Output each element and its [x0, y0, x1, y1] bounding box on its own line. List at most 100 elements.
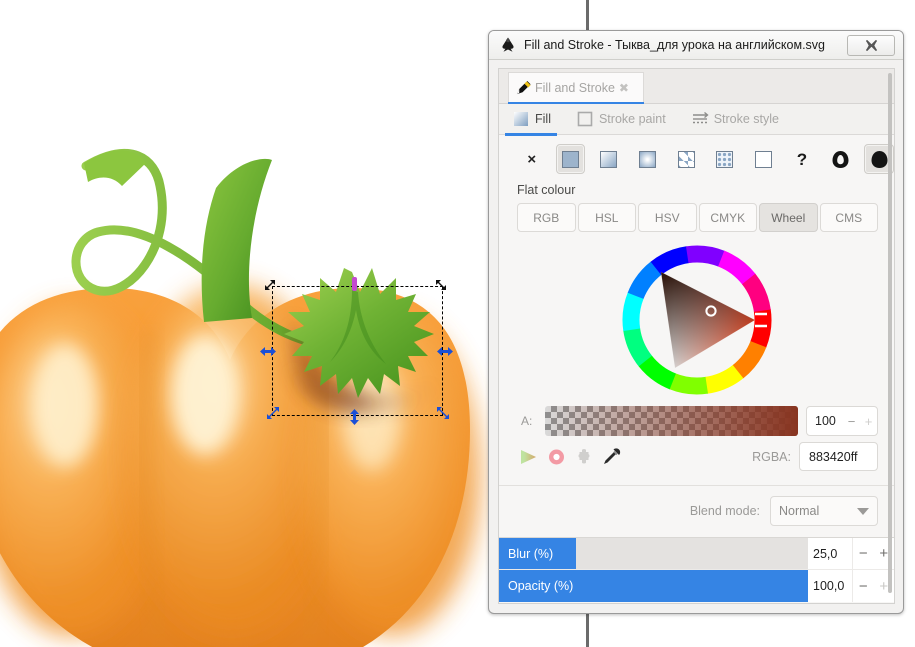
stroke-style-icon	[692, 111, 709, 127]
fill-mode-label: Flat colour	[517, 183, 576, 197]
dock-tab-strip: Fill and Stroke ✖	[499, 69, 894, 105]
handle-middle-right[interactable]	[436, 345, 453, 357]
blur-opacity-block: Blur (%) 25,0 − + Opacity (%) 100,0 − +	[499, 537, 894, 602]
dialog-content: Fill and Stroke ✖ Fill Stroke paint Stro…	[498, 68, 895, 604]
handle-middle-left[interactable]	[259, 345, 276, 357]
handle-bottom-right[interactable]	[435, 405, 449, 419]
rgba-input[interactable]: 883420ff	[799, 442, 878, 471]
alpha-label: A:	[521, 414, 533, 428]
flat-colour-icon	[561, 150, 579, 168]
handle-bottom-left[interactable]	[265, 405, 279, 419]
colour-model-hsl-label: HSL	[595, 210, 619, 225]
dock-tab-close-icon[interactable]: ✖	[619, 81, 629, 95]
opacity-slider-label: Opacity (%)	[508, 579, 574, 593]
colour-model-wheel-label: Wheel	[771, 210, 806, 225]
linear-gradient-icon	[600, 150, 618, 168]
colour-model-cms-label: CMS	[835, 210, 863, 225]
fill-type-button-row: × ?	[499, 135, 894, 178]
alpha-slider-fill	[545, 406, 798, 436]
tab-stroke-paint-label: Stroke paint	[598, 112, 666, 126]
blur-value[interactable]: 25,0	[808, 538, 852, 569]
colour-model-hsv-label: HSV	[654, 210, 680, 225]
pen-fill-stroke-icon	[516, 80, 531, 94]
alpha-slider[interactable]	[545, 406, 798, 436]
alpha-decrement-button[interactable]: −	[843, 414, 860, 429]
pattern-icon	[677, 150, 695, 168]
screen: Fill and Stroke - Тыква_для урока на анг…	[0, 0, 915, 647]
stroke-paint-icon	[577, 111, 593, 127]
radial-gradient-icon	[639, 150, 657, 168]
chevron-down-icon	[857, 507, 869, 515]
unknown-paint-icon	[754, 150, 772, 168]
colour-model-cmyk[interactable]: CMYK	[698, 203, 757, 232]
dialog-scrollbar[interactable]	[887, 73, 892, 599]
colour-model-cms[interactable]: CMS	[819, 203, 878, 232]
canvas-artwork[interactable]	[0, 0, 500, 647]
fill-rule-nonzero-icon	[871, 150, 888, 168]
colour-model-hsv[interactable]: HSV	[638, 203, 697, 232]
tab-stroke-style-label: Stroke style	[713, 112, 779, 126]
blur-slider-label: Blur (%)	[508, 546, 554, 561]
blur-slider[interactable]: Blur (%)	[499, 538, 808, 569]
tab-fill[interactable]: Fill	[505, 104, 557, 136]
alpha-row: A: 100 − +	[499, 402, 894, 436]
tab-stroke-paint[interactable]: Stroke paint	[577, 104, 666, 135]
tab-stroke-style[interactable]: Stroke style	[692, 104, 779, 135]
colour-model-tabs: RGB HSL HSV CMYK Wheel CMS	[499, 203, 894, 232]
connector-line-top	[586, 0, 589, 30]
colour-model-hsl[interactable]: HSL	[577, 203, 636, 232]
handle-top-right[interactable]	[434, 278, 448, 290]
no-paint-icon: ×	[527, 150, 537, 168]
blend-mode-select[interactable]: Normal	[770, 496, 878, 526]
dialog-title: Fill and Stroke - Тыква_для урока на анг…	[524, 38, 826, 52]
dock-tab-fill-and-stroke[interactable]: Fill and Stroke ✖	[508, 72, 644, 103]
fill-type-pattern[interactable]	[671, 144, 701, 174]
cms-plugin-icon[interactable]	[575, 448, 593, 466]
blur-decrement-button[interactable]: −	[859, 546, 868, 561]
blend-mode-row: Blend mode: Normal	[499, 486, 894, 537]
rgba-label: RGBA:	[752, 449, 791, 464]
opacity-decrement-button[interactable]: −	[859, 579, 868, 594]
opacity-slider[interactable]: Opacity (%)	[499, 570, 808, 602]
colour-wheel[interactable]	[621, 244, 773, 396]
colour-model-rgb[interactable]: RGB	[517, 203, 576, 232]
alpha-spinbox[interactable]: 100 − +	[806, 406, 878, 436]
fill-swatch-icon	[513, 111, 529, 127]
opacity-value[interactable]: 100,0	[808, 570, 852, 602]
colour-wheel-container	[499, 232, 894, 402]
blur-slider-row: Blur (%) 25,0 − +	[499, 538, 894, 570]
alpha-value: 100	[815, 414, 836, 428]
fill-type-linear-gradient[interactable]	[594, 144, 624, 174]
blend-mode-label: Blend mode:	[689, 504, 760, 518]
alpha-increment-button[interactable]: +	[860, 414, 877, 429]
close-icon	[865, 39, 877, 51]
dialog-titlebar[interactable]: Fill and Stroke - Тыква_для урока на анг…	[489, 31, 903, 60]
handle-top-left[interactable]	[261, 278, 275, 290]
rgba-value: 883420ff	[809, 449, 858, 464]
fill-type-flat-colour[interactable]	[555, 144, 586, 174]
out-of-gamut-icon[interactable]	[547, 448, 566, 466]
fill-type-no-paint[interactable]: ×	[517, 144, 547, 174]
fill-type-swatch[interactable]	[710, 144, 740, 174]
tab-fill-label: Fill	[535, 112, 551, 126]
colour-model-rgb-label: RGB	[533, 210, 560, 225]
dialog-scrollbar-thumb[interactable]	[888, 73, 892, 593]
rotation-centre-marker	[352, 277, 357, 291]
fill-rule-evenodd-button[interactable]	[826, 144, 856, 174]
opacity-slider-row: Opacity (%) 100,0 − +	[499, 570, 894, 602]
colour-model-wheel[interactable]: Wheel	[759, 203, 818, 232]
connector-line-bottom	[586, 614, 589, 647]
fill-type-unknown[interactable]	[749, 144, 779, 174]
gamut-triangle-icon[interactable]	[519, 448, 538, 465]
paint-mode-tabs: Fill Stroke paint Stroke style	[499, 104, 894, 136]
fill-type-unset[interactable]: ?	[787, 144, 817, 174]
handle-bottom-centre[interactable]	[348, 408, 362, 425]
selection-bounding-box	[272, 286, 443, 416]
fill-type-radial-gradient[interactable]	[633, 144, 663, 174]
picker-icon-group	[519, 447, 621, 466]
inkscape-logo-icon	[502, 37, 514, 52]
eyedropper-icon[interactable]	[602, 447, 621, 466]
close-button[interactable]	[847, 34, 895, 56]
blend-mode-value: Normal	[779, 504, 820, 518]
colour-model-cmyk-label: CMYK	[710, 210, 746, 225]
